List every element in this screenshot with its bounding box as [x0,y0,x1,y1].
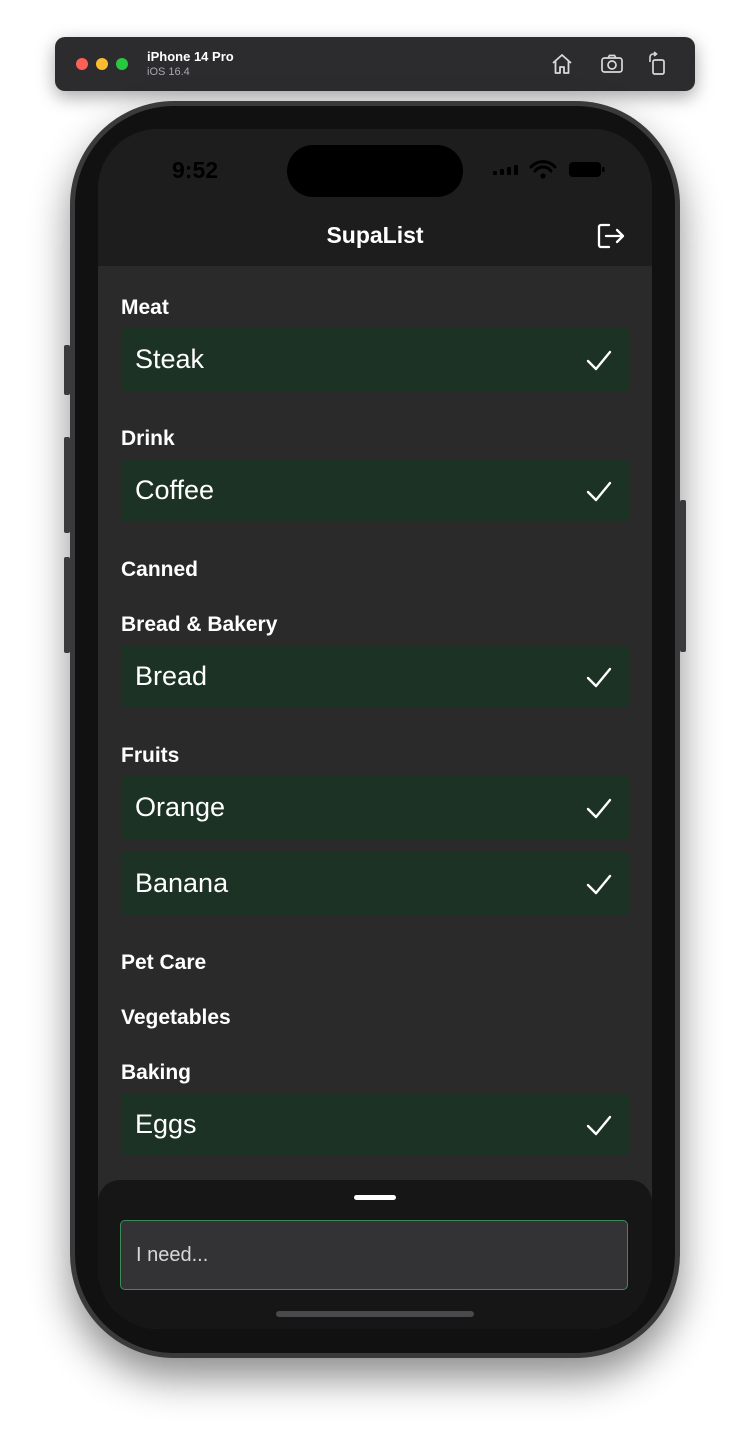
list-item[interactable]: Orange [121,776,629,839]
checkmark-icon [585,346,613,374]
sheet-grabber[interactable] [354,1195,396,1200]
close-window-button[interactable] [76,58,88,70]
category-header-baking: Baking [121,1061,192,1084]
battery-icon [569,162,605,177]
logout-icon[interactable] [594,219,628,253]
page-title: SupaList [326,222,424,248]
checkmark-icon [585,1111,613,1139]
navigation-bar: SupaList [98,209,652,266]
simulator-title-bar: iPhone 14 Pro iOS 16.4 [55,37,695,91]
add-item-field-container [120,1220,628,1290]
status-icons [493,157,613,181]
phone-screen: 9:52 SupaList Meat Steak Drink Coffee Ca… [98,129,652,1329]
category-header-meat: Meat [121,296,169,319]
checkmark-icon [585,663,613,691]
item-name: Banana [135,868,229,898]
action-button [64,345,70,395]
category-header-bread-bakery: Bread & Bakery [121,613,278,636]
item-name: Bread [135,661,208,691]
checkmark-icon [585,794,613,822]
wifi-icon [529,160,557,179]
item-name: Eggs [135,1109,197,1139]
list-item[interactable]: Bread [121,645,629,708]
item-name: Steak [135,344,205,374]
category-header-drink: Drink [121,427,175,450]
rotate-icon[interactable] [645,51,671,77]
list-item[interactable]: Steak [121,328,629,391]
category-header-fruits: Fruits [121,744,180,767]
item-name: Coffee [135,475,215,505]
add-item-input[interactable] [121,1221,627,1289]
category-header-vegetables: Vegetables [121,1006,231,1029]
dynamic-island [287,145,463,197]
zoom-window-button[interactable] [116,58,128,70]
power-button [680,500,686,652]
minimize-window-button[interactable] [96,58,108,70]
item-name: Orange [135,792,226,822]
simulator-os-version: iOS 16.4 [147,66,190,78]
status-time: 9:52 [172,157,219,183]
home-icon[interactable] [549,51,575,77]
add-item-sheet [98,1180,652,1329]
camera-icon[interactable] [599,51,625,77]
list-item[interactable]: Coffee [121,459,629,522]
volume-up-button [64,437,70,533]
category-header-canned: Canned [121,558,199,581]
cellular-signal-icon [493,165,518,175]
status-bar: 9:52 [98,129,652,209]
volume-down-button [64,557,70,653]
list-item[interactable]: Eggs [121,1093,629,1156]
category-header-pet-care: Pet Care [121,951,207,974]
simulator-device-name: iPhone 14 Pro [147,49,234,64]
home-indicator[interactable] [276,1311,474,1317]
checkmark-icon [585,870,613,898]
checkmark-icon [585,477,613,505]
list-item[interactable]: Banana [121,852,629,915]
